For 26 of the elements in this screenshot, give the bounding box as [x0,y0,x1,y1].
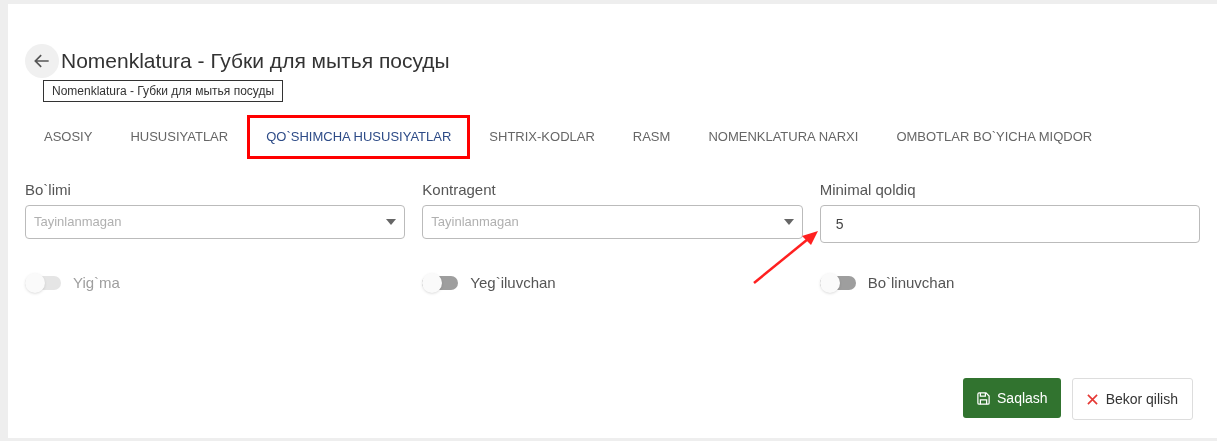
toggle-switch[interactable] [819,275,856,290]
back-button[interactable] [25,44,59,78]
dropdown-caret-icon [783,218,794,225]
input-field[interactable]: 5 [819,204,1200,243]
close-icon [1086,393,1098,405]
tab[interactable]: RASM [613,115,690,159]
field-label: Minimal qoldiq [819,180,917,200]
tab[interactable]: HUSUSIYATLAR [111,115,248,159]
toggle-switch[interactable] [422,275,459,290]
tab[interactable]: NOMENKLATURA NARXI [689,115,878,159]
select-placeholder: Tayinlanmagan [34,212,122,231]
dropdown-caret-icon [386,218,397,225]
tab[interactable]: ASOSIY [25,115,112,159]
field-label: Bo`limi [25,180,72,200]
page-title: Nomenklatura - Губки для мытья посуды [61,48,450,75]
select-placeholder: Tayinlanmagan [431,212,519,231]
toggle-label: Bo`linuvchan [867,272,955,293]
field-label: Kontragent [422,180,497,200]
toggle-label: Yeg`iluvchan [470,272,556,293]
tab[interactable]: QO`SHIMCHA HUSUSIYATLAR [247,115,471,159]
toggle-label: Yig`ma [73,272,120,293]
save-button[interactable]: Saqlash [963,378,1061,418]
cancel-button[interactable]: Bekor qilish [1071,378,1193,420]
tab[interactable]: OMBOTLAR BO`YICHA MIQDOR [877,115,1112,159]
tab[interactable]: SHTRIX-KODLAR [470,115,614,159]
tooltip: Nomenklatura - Губки для мытья посуды [43,80,284,102]
